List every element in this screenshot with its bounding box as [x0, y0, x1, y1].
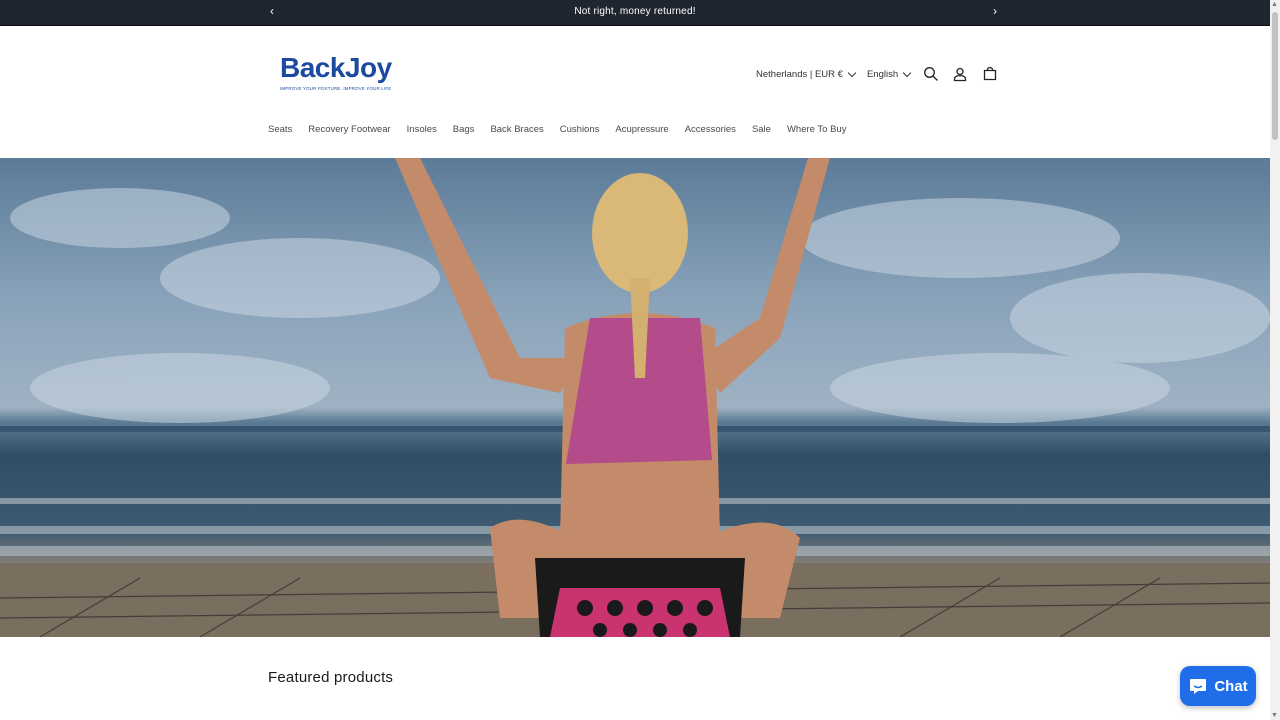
announcement-next-button[interactable]: › [993, 4, 997, 18]
nav-item-accessories[interactable]: Accessories [685, 124, 736, 135]
cart-icon[interactable] [981, 65, 999, 83]
main-navigation: Seats Recovery Footwear Insoles Bags Bac… [268, 124, 862, 135]
chat-label: Chat [1214, 677, 1248, 695]
language-selector-label: English [866, 68, 899, 80]
nav-item-acupressure[interactable]: Acupressure [615, 124, 668, 135]
page-scrollbar[interactable]: ▲ ▼ [1270, 0, 1280, 720]
country-selector-label: Netherlands | EUR € [756, 68, 843, 80]
logo-tagline: IMPROVE YOUR POSTURE. IMPROVE YOUR LIFE [280, 86, 392, 91]
nav-item-cushions[interactable]: Cushions [560, 124, 600, 135]
announcement-bar: ‹ Not right, money returned! › [0, 0, 1270, 26]
logo-wordmark: BackJoy [280, 52, 392, 83]
language-selector[interactable]: English [866, 68, 912, 80]
chevron-down-icon [902, 68, 912, 77]
chevron-down-icon [847, 68, 857, 77]
nav-item-recovery-footwear[interactable]: Recovery Footwear [308, 124, 390, 135]
nav-item-sale[interactable]: Sale [752, 124, 771, 135]
nav-item-bags[interactable]: Bags [453, 124, 475, 135]
nav-item-seats[interactable]: Seats [268, 124, 292, 135]
account-icon[interactable] [951, 65, 969, 83]
chat-bubble-icon [1188, 677, 1208, 695]
scroll-down-arrow-icon[interactable]: ▼ [1271, 712, 1278, 719]
search-icon[interactable] [922, 65, 940, 83]
scrollbar-thumb[interactable] [1272, 12, 1278, 140]
nav-item-insoles[interactable]: Insoles [407, 124, 437, 135]
nav-item-where-to-buy[interactable]: Where To Buy [787, 124, 847, 135]
featured-products-heading: Featured products [268, 669, 394, 686]
announcement-message: Not right, money returned! [574, 6, 696, 17]
site-header: BackJoy IMPROVE YOUR POSTURE. IMPROVE YO… [0, 26, 1270, 159]
header-tools: Netherlands | EUR € English [756, 66, 912, 82]
hero-image [0, 158, 1270, 637]
backjoy-logo[interactable]: BackJoy IMPROVE YOUR POSTURE. IMPROVE YO… [280, 52, 392, 98]
hero-banner [0, 158, 1270, 637]
nav-item-back-braces[interactable]: Back Braces [490, 124, 543, 135]
country-selector[interactable]: Netherlands | EUR € [756, 68, 857, 80]
chat-button[interactable]: Chat [1180, 666, 1256, 706]
scroll-up-arrow-icon[interactable]: ▲ [1271, 1, 1278, 8]
